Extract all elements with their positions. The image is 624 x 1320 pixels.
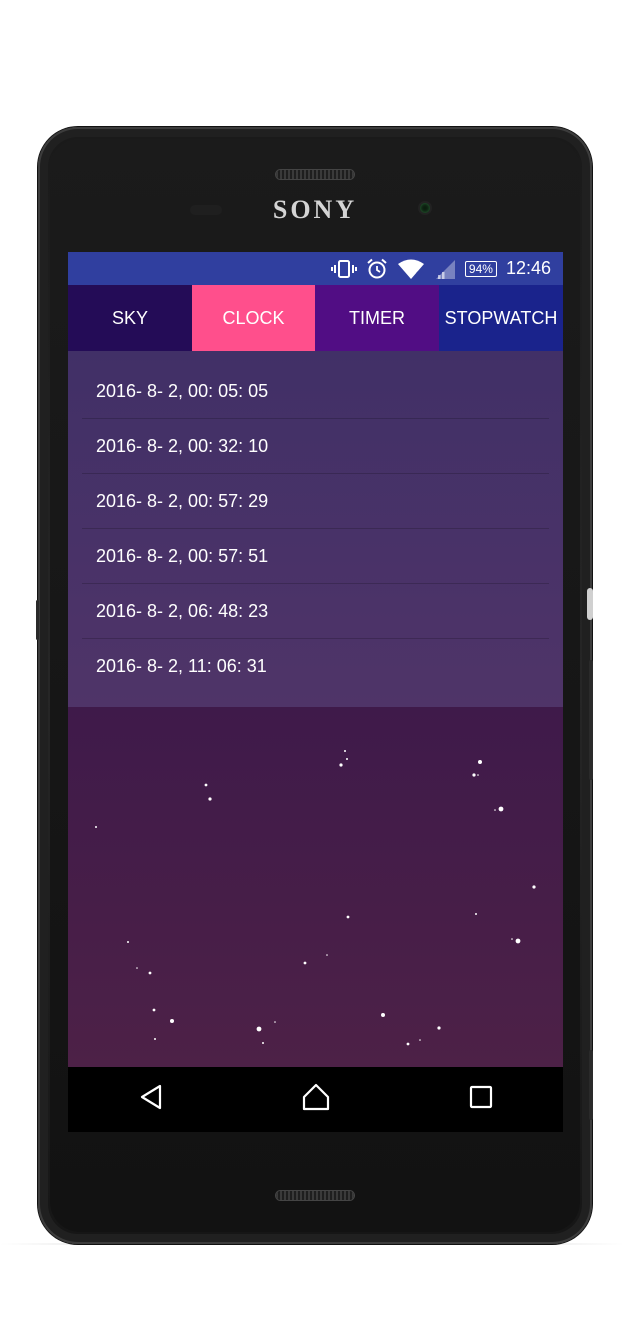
recents-button[interactable] <box>451 1067 511 1132</box>
wifi-icon <box>397 258 425 280</box>
tab-label: SKY <box>111 307 149 328</box>
list-item[interactable]: 2016- 8- 2, 00: 05: 05 <box>82 364 549 419</box>
recents-icon <box>469 1085 493 1114</box>
status-time: 12:46 <box>505 258 551 278</box>
alarm-icon <box>366 258 388 280</box>
list-item[interactable]: 2016- 8- 2, 00: 32: 10 <box>82 419 549 474</box>
tab-stopwatch[interactable]: STOPWATCH <box>439 285 563 351</box>
list-item[interactable]: 2016- 8- 2, 00: 57: 51 <box>82 529 549 584</box>
list-item[interactable]: 2016- 8- 2, 11: 06: 31 <box>82 639 549 693</box>
vibrate-icon <box>330 259 357 279</box>
earpiece-speaker <box>276 170 354 179</box>
clock-records-list: 2016- 8- 2, 00: 05: 05 2016- 8- 2, 00: 3… <box>68 351 563 693</box>
home-icon <box>301 1083 331 1116</box>
navigation-bar <box>68 1067 563 1132</box>
bottom-speaker <box>276 1191 354 1200</box>
brand-logo: SONY <box>272 195 358 224</box>
tab-clock[interactable]: CLOCK <box>192 285 315 351</box>
battery-indicator: 94% <box>464 260 497 277</box>
back-button[interactable] <box>121 1067 181 1132</box>
tab-bar: SKY CLOCK TIMER STOPWATCH <box>68 285 563 351</box>
camera-button <box>589 1050 593 1120</box>
status-icons: 94% 12:46 <box>330 252 551 285</box>
left-side-slot <box>36 600 39 640</box>
tab-timer[interactable]: TIMER <box>315 285 439 351</box>
tab-label: CLOCK <box>222 307 285 328</box>
list-item[interactable]: 2016- 8- 2, 06: 48: 23 <box>82 584 549 639</box>
tab-label: STOPWATCH <box>444 307 558 328</box>
status-bar: 94% 12:46 <box>68 252 563 285</box>
list-item[interactable]: 2016- 8- 2, 00: 57: 29 <box>82 474 549 529</box>
front-camera <box>420 203 430 213</box>
back-icon <box>139 1084 163 1115</box>
home-button[interactable] <box>286 1067 346 1132</box>
power-button <box>587 588 593 620</box>
signal-icon <box>434 258 456 280</box>
tab-sky[interactable]: SKY <box>68 285 192 351</box>
clock-records-panel: 2016- 8- 2, 00: 05: 05 2016- 8- 2, 00: 3… <box>68 351 563 707</box>
volume-button <box>589 660 593 780</box>
screen: 94% 12:46 SKY CLOCK TIMER STOPWATCH 2016… <box>68 252 563 1132</box>
sky-background: 2016- 8- 2, 00: 05: 05 2016- 8- 2, 00: 3… <box>68 351 563 1067</box>
tab-label: TIMER <box>349 307 405 328</box>
